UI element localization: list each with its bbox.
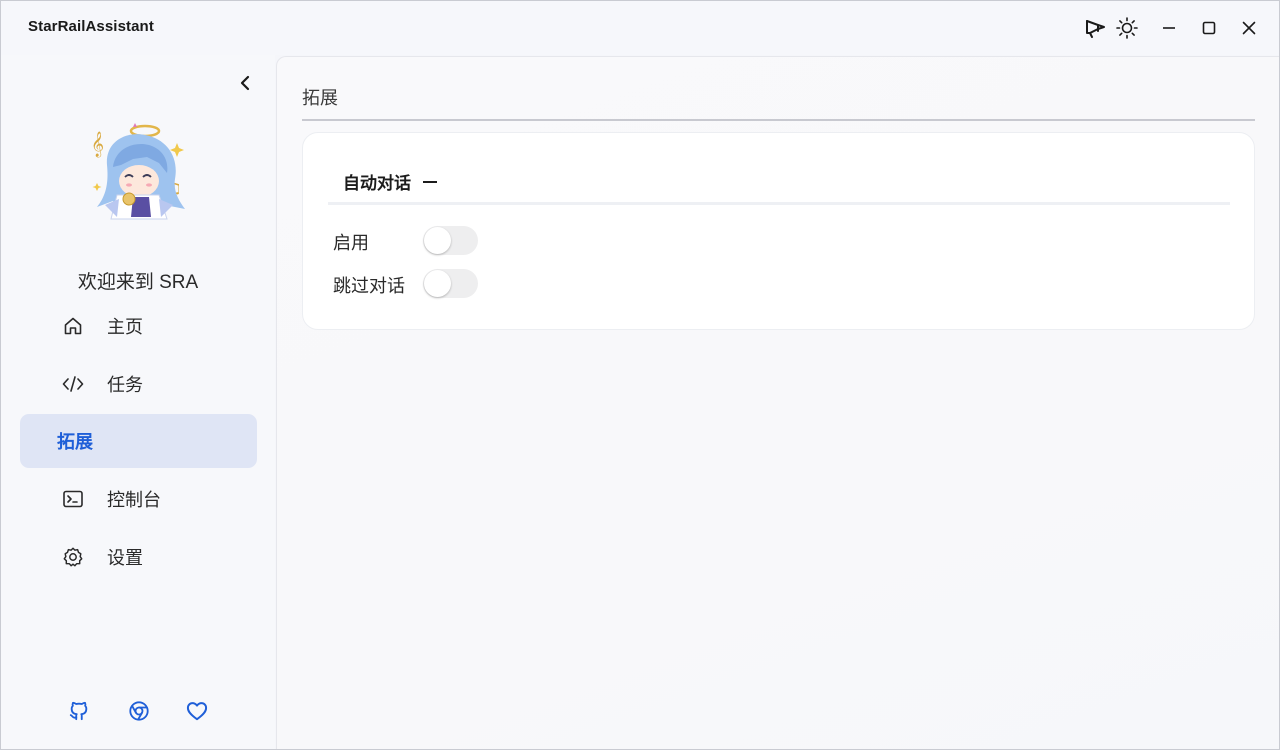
title-bar: StarRailAssistant [1, 1, 1279, 55]
enable-label: 启用 [333, 233, 369, 253]
main-content: 拓展 自动对话 启用 跳过对话 [276, 56, 1279, 749]
sidebar-item-home[interactable]: 主页 [20, 299, 257, 353]
titlebar-tools [1082, 15, 1140, 41]
theme-sun-icon[interactable] [1114, 15, 1140, 41]
announcement-icon[interactable] [1082, 15, 1108, 41]
window-controls [1156, 15, 1262, 41]
enable-toggle[interactable] [423, 226, 478, 255]
sidebar: 𝄞 ♫ 欢迎来到 SRA 主页 任务 拓展 控制台 设置 [1, 55, 275, 749]
sidebar-item-label: 控制台 [107, 490, 161, 510]
sidebar-item-label: 任务 [107, 375, 143, 395]
card-header: 自动对话 [343, 169, 437, 194]
sidebar-item-settings[interactable]: 设置 [20, 530, 257, 584]
code-icon [62, 373, 84, 395]
app-title: StarRailAssistant [28, 18, 154, 35]
sidebar-item-label: 拓展 [57, 432, 93, 452]
title-divider [302, 119, 1255, 121]
auto-dialog-card: 自动对话 启用 跳过对话 [302, 132, 1255, 330]
sidebar-item-console[interactable]: 控制台 [20, 472, 257, 526]
maximize-icon[interactable] [1196, 15, 1222, 41]
svg-text:𝄞: 𝄞 [91, 131, 104, 157]
card-divider [328, 202, 1230, 205]
sidebar-item-extensions[interactable]: 拓展 [20, 414, 257, 468]
minimize-icon[interactable] [1156, 15, 1182, 41]
sidebar-item-label: 设置 [107, 548, 143, 568]
chrome-icon[interactable] [127, 699, 151, 723]
app-window: StarRailAssistant 𝄞 ♫ 欢迎来到 SRA 主页 任务 拓展 … [0, 0, 1280, 750]
skip-dialog-toggle[interactable] [423, 269, 478, 298]
page-title: 拓展 [302, 88, 338, 108]
collapse-sidebar-button[interactable] [233, 71, 257, 95]
home-icon [62, 315, 84, 337]
toggle-knob [424, 227, 451, 254]
welcome-text: 欢迎来到 SRA [77, 272, 199, 293]
close-icon[interactable] [1236, 15, 1262, 41]
gear-icon [62, 546, 84, 568]
collapse-card-button[interactable] [423, 180, 437, 183]
chevron-left-icon [240, 75, 250, 91]
sidebar-item-label: 主页 [107, 317, 143, 337]
sidebar-item-tasks[interactable]: 任务 [20, 357, 257, 411]
skip-dialog-label: 跳过对话 [333, 276, 405, 296]
heart-icon[interactable] [185, 699, 209, 723]
avatar: 𝄞 ♫ [87, 121, 189, 223]
toggle-knob [424, 270, 451, 297]
terminal-icon [62, 488, 84, 510]
card-title: 自动对话 [343, 174, 411, 193]
github-icon[interactable] [67, 699, 91, 723]
